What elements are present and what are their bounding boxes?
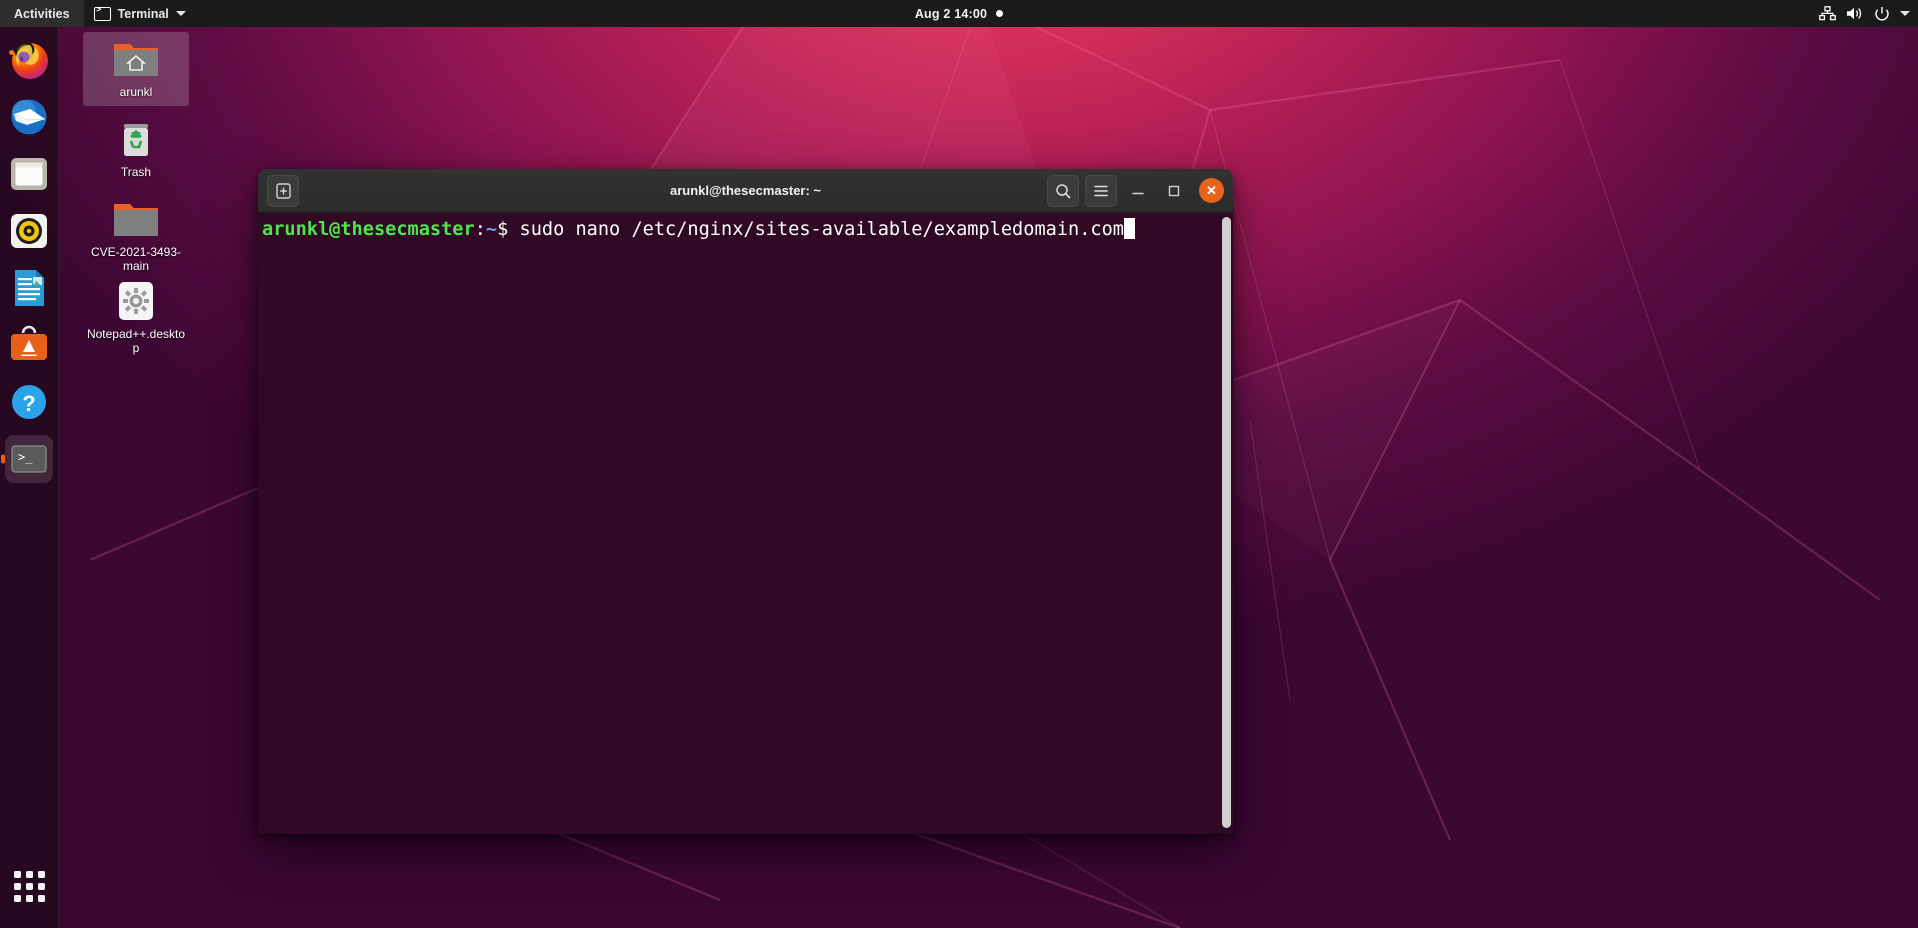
desktop-icon-notepadpp[interactable]: Notepad++.desktop bbox=[83, 274, 189, 362]
network-icon[interactable] bbox=[1819, 6, 1836, 21]
chevron-down-icon bbox=[175, 11, 186, 16]
grid-dot bbox=[25, 882, 33, 890]
terminal-scrollbar[interactable] bbox=[1222, 217, 1231, 828]
home-folder-icon bbox=[114, 44, 158, 76]
ubuntu-software-icon bbox=[11, 325, 47, 360]
minimize-icon bbox=[1132, 192, 1144, 194]
svg-text:?: ? bbox=[22, 391, 35, 416]
grid-dot bbox=[37, 882, 45, 890]
desktop-icon-home[interactable]: arunkl bbox=[83, 32, 189, 106]
maximize-icon bbox=[1168, 185, 1180, 196]
svg-text:>_: >_ bbox=[18, 450, 33, 464]
activities-label: Activities bbox=[14, 6, 70, 21]
grid-dot bbox=[25, 894, 33, 902]
rhythmbox-icon bbox=[11, 214, 47, 248]
prompt-dollar: $ bbox=[497, 219, 520, 240]
prompt-path: ~ bbox=[485, 219, 498, 240]
new-tab-button[interactable] bbox=[267, 174, 299, 207]
dock-item-files[interactable] bbox=[5, 150, 53, 198]
terminal-command: sudo nano /etc/nginx/sites-available/exa… bbox=[519, 219, 1125, 240]
show-applications-button[interactable] bbox=[5, 862, 53, 910]
menu-button[interactable] bbox=[1085, 174, 1117, 207]
trash-icon bbox=[124, 124, 148, 156]
dock-item-help[interactable]: ? bbox=[5, 378, 53, 426]
dock-item-ubuntu-software[interactable] bbox=[5, 321, 53, 369]
desktop-icon-label: arunkl bbox=[119, 85, 153, 99]
desktop: Activities Terminal Aug 2 14:00 bbox=[0, 0, 1918, 928]
grid-dot bbox=[13, 870, 21, 878]
dock-item-thunderbird[interactable] bbox=[5, 93, 53, 141]
terminal-titlebar[interactable]: arunkl@thesecmaster: ~ ✕ bbox=[258, 169, 1233, 213]
dock-item-libreoffice-writer[interactable] bbox=[5, 264, 53, 312]
terminal-window[interactable]: arunkl@thesecmaster: ~ ✕ arunkl@thesecma… bbox=[258, 169, 1233, 834]
files-folder-icon bbox=[11, 158, 47, 190]
system-tray bbox=[1819, 0, 1910, 27]
firefox-icon bbox=[9, 43, 48, 79]
dock-item-rhythmbox[interactable] bbox=[5, 207, 53, 255]
activities-button[interactable]: Activities bbox=[0, 0, 84, 27]
prompt-user-host: arunkl@thesecmaster bbox=[262, 219, 475, 240]
libreoffice-writer-icon bbox=[15, 270, 44, 306]
new-tab-icon bbox=[275, 182, 291, 199]
maximize-button[interactable] bbox=[1159, 176, 1189, 206]
app-menu-label: Terminal bbox=[117, 6, 169, 21]
chevron-down-icon[interactable] bbox=[1900, 11, 1910, 16]
prompt-colon: : bbox=[474, 219, 486, 240]
thunderbird-mail-icon bbox=[11, 99, 47, 135]
desktop-icon-trash[interactable]: Trash bbox=[83, 112, 189, 186]
terminal-icon: >_ bbox=[11, 445, 47, 473]
grid-dot bbox=[37, 894, 45, 902]
desktop-icon-label: Notepad++.desktop bbox=[86, 327, 186, 355]
minimize-button[interactable] bbox=[1123, 176, 1153, 206]
terminal-cursor bbox=[1124, 218, 1135, 239]
dock-item-terminal[interactable]: >_ bbox=[1, 435, 53, 483]
close-icon: ✕ bbox=[1206, 182, 1217, 198]
notification-indicator-icon[interactable] bbox=[996, 10, 1004, 17]
terminal-icon bbox=[93, 5, 111, 21]
volume-icon[interactable] bbox=[1846, 6, 1864, 21]
desktop-icon-cve-folder[interactable]: CVE-2021-3493-main bbox=[83, 192, 189, 280]
desktop-icon-label: Trash bbox=[120, 165, 152, 179]
terminal-output[interactable]: arunkl@thesecmaster:~$ sudo nano /etc/ng… bbox=[258, 213, 1233, 241]
app-menu-terminal[interactable]: Terminal bbox=[84, 0, 196, 27]
power-icon[interactable] bbox=[1874, 6, 1890, 22]
grid-dot bbox=[13, 882, 21, 890]
folder-icon bbox=[114, 204, 158, 236]
terminal-body[interactable]: arunkl@thesecmaster:~$ sudo nano /etc/ng… bbox=[258, 213, 1233, 834]
help-icon: ? bbox=[12, 385, 46, 419]
search-button[interactable] bbox=[1047, 174, 1079, 207]
grid-dot bbox=[25, 870, 33, 878]
close-button[interactable]: ✕ bbox=[1199, 178, 1224, 203]
hamburger-menu-icon bbox=[1094, 185, 1108, 196]
desktop-icon-label: CVE-2021-3493-main bbox=[90, 245, 182, 273]
terminal-window-controls: ✕ bbox=[1047, 174, 1233, 207]
grid-dot bbox=[13, 894, 21, 902]
top-bar: Activities Terminal Aug 2 14:00 bbox=[0, 0, 1918, 27]
clock[interactable]: Aug 2 14:00 bbox=[915, 7, 987, 21]
grid-dot bbox=[37, 870, 45, 878]
clock-area: Aug 2 14:00 bbox=[0, 0, 1918, 27]
dock: ? >_ bbox=[0, 27, 59, 928]
search-icon bbox=[1056, 183, 1071, 198]
gear-executable-icon bbox=[119, 282, 153, 320]
running-indicator-icon bbox=[1, 454, 5, 464]
dock-item-firefox[interactable] bbox=[5, 36, 53, 84]
